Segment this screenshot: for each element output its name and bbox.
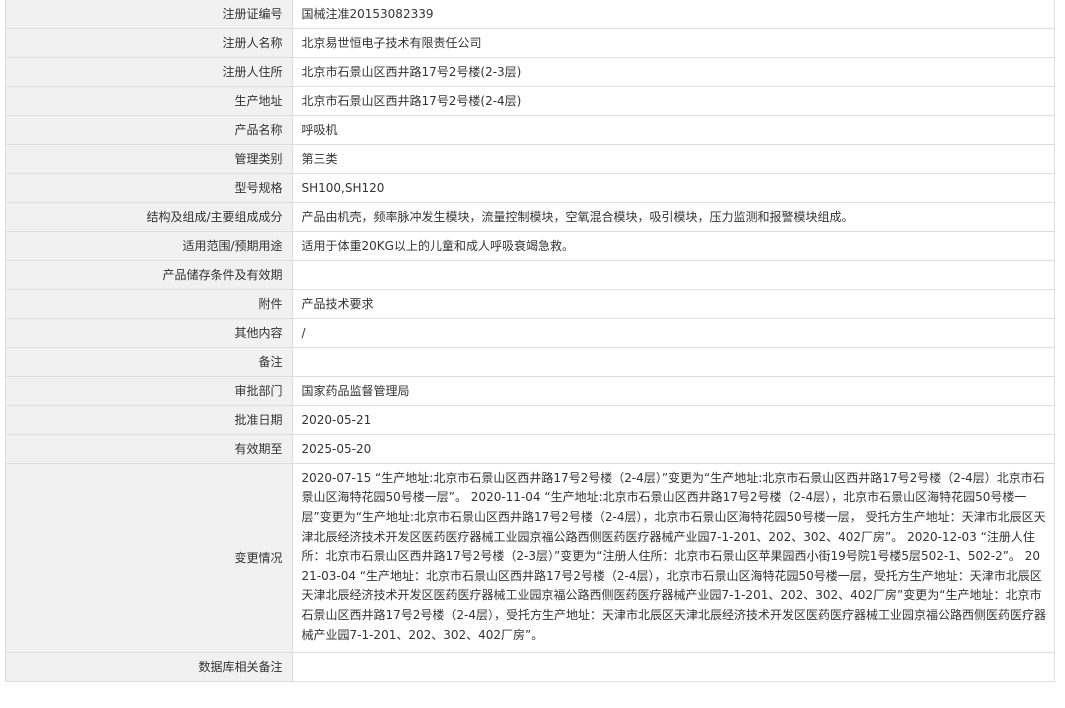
field-label: 审批部门: [6, 376, 293, 406]
row-approval-department: 审批部门 国家药品监督管理局: [6, 376, 1054, 406]
field-label: 产品储存条件及有效期: [6, 260, 293, 290]
field-label: 结构及组成/主要组成成分: [6, 202, 293, 232]
field-value: 国家药品监督管理局: [292, 376, 1054, 406]
field-label: 注册人名称: [6, 28, 293, 58]
field-label: 型号规格: [6, 173, 293, 203]
field-label: 备注: [6, 347, 293, 377]
registration-detail-table: 注册证编号 国械注准20153082339 注册人名称 北京易世恒电子技术有限责…: [6, 0, 1054, 682]
field-value: 第三类: [292, 144, 1054, 174]
field-value: 北京易世恒电子技术有限责任公司: [292, 28, 1054, 58]
field-value: 国械注准20153082339: [292, 0, 1054, 29]
field-value: 产品技术要求: [292, 289, 1054, 319]
row-registration-number: 注册证编号 国械注准20153082339: [6, 0, 1054, 29]
row-other-content: 其他内容 /: [6, 318, 1054, 348]
field-value: 北京市石景山区西井路17号2号楼(2-3层): [292, 57, 1054, 87]
row-intended-use: 适用范围/预期用途 适用于体重20KG以上的儿童和成人呼吸衰竭急救。: [6, 231, 1054, 261]
field-label: 生产地址: [6, 86, 293, 116]
row-storage-validity: 产品储存条件及有效期: [6, 260, 1054, 290]
row-management-category: 管理类别 第三类: [6, 144, 1054, 174]
row-model-spec: 型号规格 SH100,SH120: [6, 173, 1054, 203]
row-registrant-name: 注册人名称 北京易世恒电子技术有限责任公司: [6, 28, 1054, 58]
field-value: 2025-05-20: [292, 434, 1054, 464]
row-production-address: 生产地址 北京市石景山区西井路17号2号楼(2-4层): [6, 86, 1054, 116]
row-database-remarks: 数据库相关备注: [6, 652, 1054, 682]
field-value: 产品由机壳，频率脉冲发生模块，流量控制模块，空氧混合模块，吸引模块，压力监测和报…: [292, 202, 1054, 232]
row-valid-until: 有效期至 2025-05-20: [6, 434, 1054, 464]
row-approval-date: 批准日期 2020-05-21: [6, 405, 1054, 435]
field-label: 变更情况: [6, 463, 293, 653]
field-label: 附件: [6, 289, 293, 319]
field-value: [292, 260, 1054, 290]
field-value: 2020-07-15 “生产地址:北京市石景山区西井路17号2号楼（2-4层）”…: [292, 463, 1054, 653]
field-value: [292, 347, 1054, 377]
field-label: 管理类别: [6, 144, 293, 174]
row-product-name: 产品名称 呼吸机: [6, 115, 1054, 145]
field-value: 适用于体重20KG以上的儿童和成人呼吸衰竭急救。: [292, 231, 1054, 261]
field-label: 有效期至: [6, 434, 293, 464]
field-label: 产品名称: [6, 115, 293, 145]
field-value: 北京市石景山区西井路17号2号楼(2-4层): [292, 86, 1054, 116]
row-structure-composition: 结构及组成/主要组成成分 产品由机壳，频率脉冲发生模块，流量控制模块，空氧混合模…: [6, 202, 1054, 232]
row-remarks: 备注: [6, 347, 1054, 377]
field-value: 呼吸机: [292, 115, 1054, 145]
registration-detail-panel: 注册证编号 国械注准20153082339 注册人名称 北京易世恒电子技术有限责…: [5, 0, 1055, 682]
field-value: [292, 652, 1054, 682]
field-label: 注册人住所: [6, 57, 293, 87]
field-label: 其他内容: [6, 318, 293, 348]
field-label: 数据库相关备注: [6, 652, 293, 682]
row-registrant-address: 注册人住所 北京市石景山区西井路17号2号楼(2-3层): [6, 57, 1054, 87]
field-label: 注册证编号: [6, 0, 293, 29]
row-change-history: 变更情况 2020-07-15 “生产地址:北京市石景山区西井路17号2号楼（2…: [6, 463, 1054, 653]
field-value: /: [292, 318, 1054, 348]
row-attachment: 附件 产品技术要求: [6, 289, 1054, 319]
field-value: SH100,SH120: [292, 173, 1054, 203]
field-value: 2020-05-21: [292, 405, 1054, 435]
field-label: 适用范围/预期用途: [6, 231, 293, 261]
field-label: 批准日期: [6, 405, 293, 435]
